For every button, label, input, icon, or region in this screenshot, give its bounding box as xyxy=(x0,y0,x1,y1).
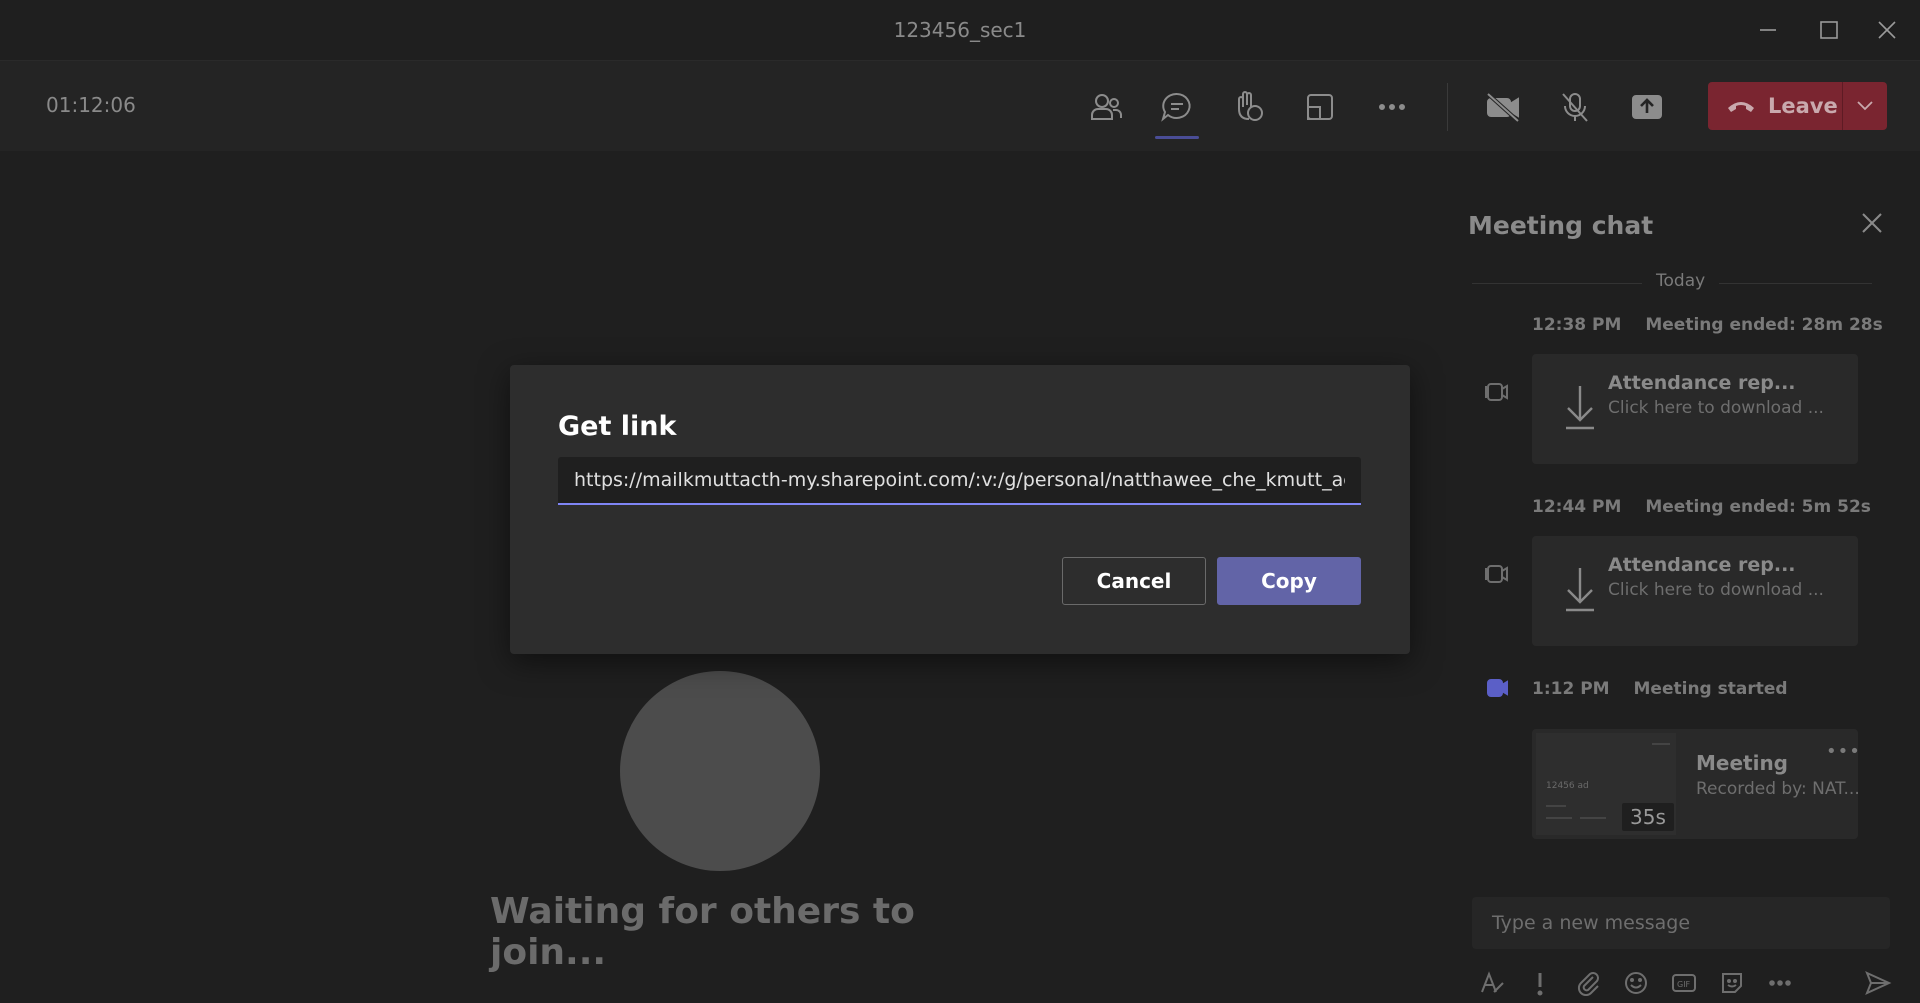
copy-button[interactable]: Copy xyxy=(1217,557,1361,605)
link-input[interactable] xyxy=(558,457,1361,505)
cancel-button[interactable]: Cancel xyxy=(1062,557,1206,605)
get-link-dialog: Get link Cancel Copy xyxy=(510,365,1410,654)
dialog-title: Get link xyxy=(558,411,677,442)
